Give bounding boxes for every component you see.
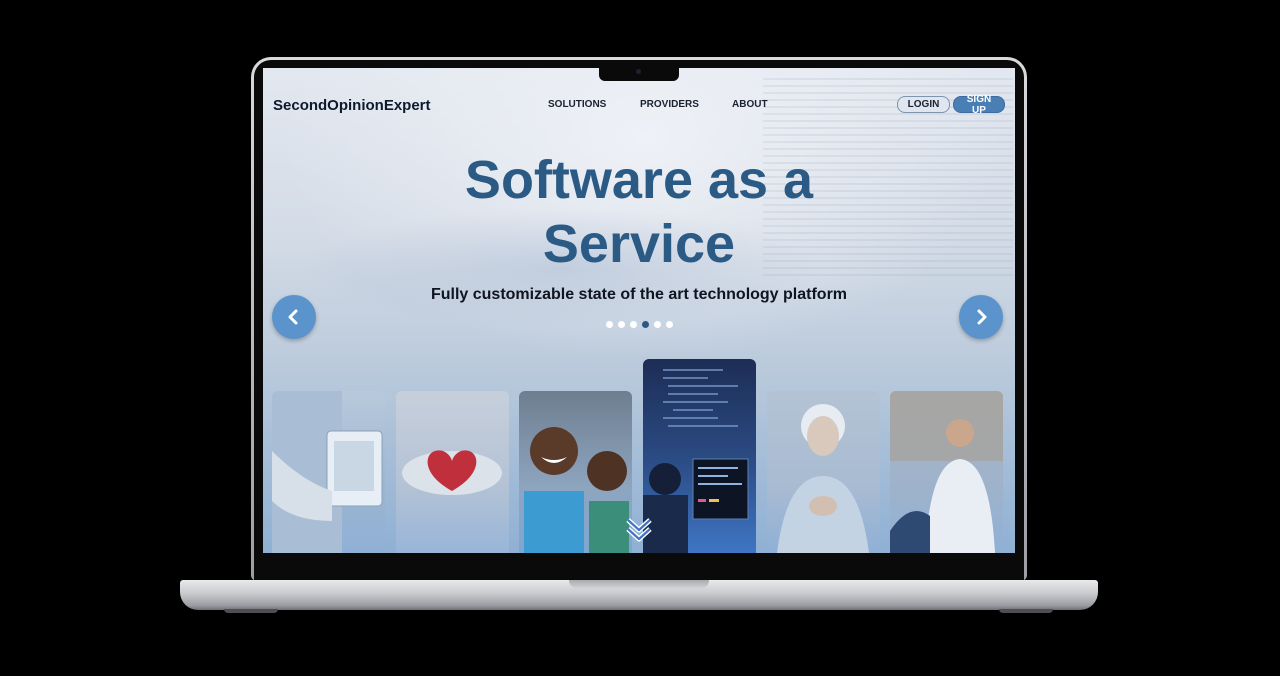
- carousel-dot[interactable]: [630, 321, 637, 328]
- carousel-card-hands-heart[interactable]: [396, 391, 509, 553]
- laptop-foot: [999, 609, 1053, 613]
- double-chevron-down-icon: [626, 518, 652, 542]
- carousel-dot[interactable]: [618, 321, 625, 328]
- carousel-next-button[interactable]: [959, 295, 1003, 339]
- carousel-card-senior-woman[interactable]: [767, 391, 880, 553]
- laptop-screen-bottom-bezel: [254, 553, 1024, 580]
- carousel-card-developer[interactable]: [643, 359, 756, 553]
- chevron-right-icon: [977, 309, 987, 325]
- hands-heart-photo: [402, 450, 502, 495]
- laptop-foot: [224, 609, 278, 613]
- developer-code-photo: [643, 369, 749, 553]
- chevron-left-icon: [288, 309, 298, 325]
- scroll-down-button[interactable]: [623, 515, 655, 545]
- carousel-dot[interactable]: [666, 321, 673, 328]
- carousel-dot[interactable]: [654, 321, 661, 328]
- carousel-dots: [606, 321, 673, 328]
- carousel-dot[interactable]: [606, 321, 613, 328]
- senior-woman-photo: [777, 404, 869, 553]
- doctor-tablet-photo: [272, 391, 383, 553]
- carousel-cards: [272, 68, 1006, 553]
- carousel-card-children[interactable]: [519, 391, 632, 553]
- laptop-screen: SecondOpinionExpert SOLUTIONS PROVIDERS …: [263, 68, 1015, 553]
- doctor-consultation-photo: [890, 391, 1003, 553]
- laptop-base-groove: [569, 580, 709, 589]
- carousel-card-doctor-consultation[interactable]: [890, 391, 1003, 553]
- camera-icon: [636, 69, 641, 74]
- smiling-children-photo: [524, 427, 629, 553]
- carousel-dot-active[interactable]: [642, 321, 649, 328]
- carousel-card-doctor-tablet[interactable]: [272, 391, 385, 553]
- carousel-prev-button[interactable]: [272, 295, 316, 339]
